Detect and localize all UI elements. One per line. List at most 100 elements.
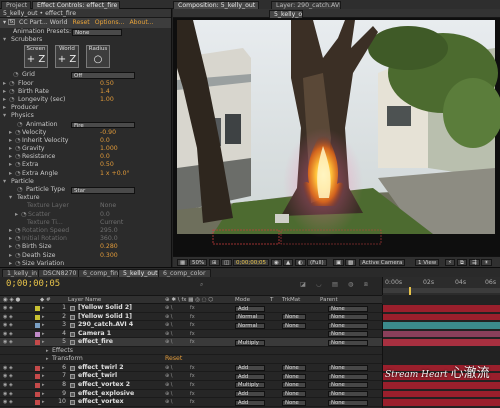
- blend-mode-dropdown[interactable]: Add: [235, 391, 265, 398]
- timeline-timecode[interactable]: 0;00;00;05: [6, 279, 60, 289]
- resolution-dropdown[interactable]: (Full): [307, 259, 327, 266]
- stopwatch-icon[interactable]: ◔: [9, 88, 16, 96]
- fx-switch-icon[interactable]: fx: [190, 304, 195, 313]
- collapse-triangle-icon[interactable]: ▾: [9, 194, 15, 202]
- motion-blur-icon[interactable]: ◍: [348, 281, 353, 288]
- camera-dropdown[interactable]: Active Camera: [359, 259, 406, 266]
- fx-switch-icon[interactable]: fx: [190, 372, 195, 381]
- expand-triangle-icon[interactable]: ▸: [42, 381, 45, 390]
- fx-switch-icon[interactable]: fx: [190, 381, 195, 390]
- parent-dropdown[interactable]: None: [328, 339, 368, 346]
- stopwatch-icon[interactable]: ◔: [9, 80, 16, 88]
- label-color-swatch[interactable]: [35, 323, 40, 329]
- animation-dropdown[interactable]: Fire: [71, 121, 135, 128]
- blend-mode-dropdown[interactable]: Normal: [235, 322, 265, 329]
- layer-name[interactable]: effect_twirl 2: [78, 364, 124, 373]
- parent-dropdown[interactable]: None: [328, 331, 368, 338]
- layer-switches-icon[interactable]: ⊕ \: [165, 304, 172, 313]
- layer-name[interactable]: [Yellow Solid 1]: [78, 313, 132, 322]
- track-matte-dropdown[interactable]: None: [282, 314, 306, 321]
- producer-group[interactable]: ▸ Producer: [0, 104, 171, 112]
- layer-row[interactable]: ◉ ◈ ▸ 4 Camera 1 ⊕ \ fx None: [0, 330, 382, 339]
- layer-switches-icon[interactable]: ⊕ \: [165, 364, 172, 373]
- label-color-swatch[interactable]: [35, 365, 40, 371]
- track-matte-dropdown[interactable]: None: [282, 382, 306, 389]
- timeline-tab[interactable]: 1_kelly_in: [2, 269, 43, 277]
- column-t[interactable]: T: [270, 296, 273, 304]
- time-ruler[interactable]: 0:00s 02s 04s 06s: [382, 277, 500, 295]
- work-area-bar[interactable]: [383, 288, 500, 293]
- layer-switches-icon[interactable]: ⊕ \: [165, 321, 172, 330]
- param-value[interactable]: 1 x +0.0°: [100, 170, 130, 178]
- layer-duration-bar[interactable]: [383, 390, 500, 398]
- mask-view-icon[interactable]: ◫: [221, 259, 233, 266]
- layer-row[interactable]: ◉ ◈ ▸ 8 effect_vortex 2 ⊕ \ fx Multiply None Non…: [0, 381, 382, 390]
- blend-mode-dropdown[interactable]: Add: [235, 373, 265, 380]
- parent-dropdown[interactable]: None: [328, 314, 368, 321]
- timeline-tab[interactable]: 6_comp_color: [158, 269, 211, 277]
- param-value[interactable]: 0.50: [100, 161, 114, 169]
- label-color-swatch[interactable]: [35, 314, 40, 320]
- tab-layer[interactable]: Layer: 290_catch.AVI 4: [271, 1, 341, 9]
- fx-switch-icon[interactable]: fx: [190, 364, 195, 373]
- search-icon[interactable]: ⌕: [200, 281, 203, 289]
- layer-switches-icon[interactable]: ⊕ \: [165, 381, 172, 390]
- draft-3d-icon[interactable]: ◪: [300, 281, 306, 288]
- layer-duration-bar[interactable]: [383, 339, 500, 346]
- layer-name[interactable]: [Yellow Solid 2]: [78, 304, 132, 313]
- parent-dropdown[interactable]: None: [328, 322, 368, 329]
- label-color-swatch[interactable]: [35, 331, 40, 337]
- eye-icon[interactable]: ◉ ◈: [3, 338, 13, 347]
- eye-icon[interactable]: ◉ ◈: [3, 398, 13, 407]
- layer-duration-bar[interactable]: [383, 313, 500, 321]
- tab-project[interactable]: Project: [1, 1, 31, 9]
- layer-name[interactable]: Camera 1: [78, 330, 111, 339]
- layer-name[interactable]: effect_vortex 2: [78, 381, 130, 390]
- expand-triangle-icon[interactable]: ▸: [42, 304, 45, 313]
- timeline-icon[interactable]: ⧉: [457, 259, 467, 266]
- eye-icon[interactable]: ◉ ◈: [3, 390, 13, 399]
- layer-switches-icon[interactable]: ⊕ \: [165, 398, 172, 407]
- fx-switch-icon[interactable]: fx: [190, 330, 195, 339]
- label-color-swatch[interactable]: [35, 391, 40, 397]
- eye-icon[interactable]: ◉ ◈: [3, 313, 13, 322]
- layer-duration-bar[interactable]: [383, 399, 500, 406]
- timeline-tab[interactable]: 6_comp_fin: [78, 269, 124, 277]
- parent-dropdown[interactable]: None: [328, 365, 368, 372]
- layer-switches-icon[interactable]: ⊕ \: [165, 372, 172, 381]
- layer-duration-bar[interactable]: [383, 330, 500, 338]
- scrubber-radius[interactable]: Radius ○: [86, 45, 110, 69]
- fx-switch-icon[interactable]: fx: [190, 398, 195, 407]
- view-layout-dropdown[interactable]: 1 View: [415, 259, 440, 266]
- layer-row[interactable]: ◉ ◈ ▸ 1 [Yellow Solid 2] ⊕ \ fx Add None: [0, 304, 382, 313]
- column-parent[interactable]: Parent: [320, 296, 338, 304]
- frame-blend-icon[interactable]: ▤: [332, 281, 338, 288]
- presets-dropdown[interactable]: None: [72, 29, 122, 36]
- expand-triangle-icon[interactable]: ▸: [42, 338, 45, 347]
- snapshot-icon[interactable]: ◉: [271, 259, 282, 266]
- column-layer-name[interactable]: Layer Name: [68, 296, 101, 304]
- layer-row[interactable]: ◉ ◈ ▸ 6 effect_twirl 2 ⊕ \ fx Add None None: [0, 364, 382, 373]
- parent-dropdown[interactable]: None: [328, 391, 368, 398]
- param-value[interactable]: -0.90: [100, 129, 116, 137]
- expand-triangle-icon[interactable]: ▸: [42, 313, 45, 322]
- stopwatch-icon[interactable]: ◔: [15, 137, 22, 145]
- label-color-swatch[interactable]: [35, 340, 40, 346]
- stopwatch-icon[interactable]: ◔: [15, 153, 22, 161]
- timeline-tab[interactable]: DSCN8270: [38, 269, 82, 277]
- scrubber-screen[interactable]: Screen + Z: [24, 45, 48, 69]
- layer-switches-icon[interactable]: ⊕ \: [165, 330, 172, 339]
- blend-mode-dropdown[interactable]: Multiply: [235, 339, 265, 346]
- property-group-row[interactable]: ▸ Transform Reset: [0, 355, 382, 364]
- param-value[interactable]: 0.50: [100, 80, 114, 88]
- layer-row[interactable]: ◉ ◈ ▸ 3 290_catch.AVI 4 ⊕ \ fx Normal None None: [0, 321, 382, 330]
- parent-dropdown[interactable]: None: [328, 305, 368, 312]
- tab-effect-controls[interactable]: Effect Controls: effect_fire: [32, 1, 120, 9]
- expand-triangle-icon[interactable]: ▸: [42, 398, 45, 407]
- layer-duration-bar[interactable]: [383, 322, 500, 329]
- layer-name[interactable]: effect_explosive: [78, 390, 134, 399]
- layer-row[interactable]: ◉ ◈ ▸ 9 effect_explosive ⊕ \ fx Add None None: [0, 390, 382, 399]
- flowchart-icon[interactable]: ⇶: [469, 259, 480, 266]
- parent-dropdown[interactable]: None: [328, 399, 368, 406]
- expand-triangle-icon[interactable]: ▸: [46, 355, 49, 364]
